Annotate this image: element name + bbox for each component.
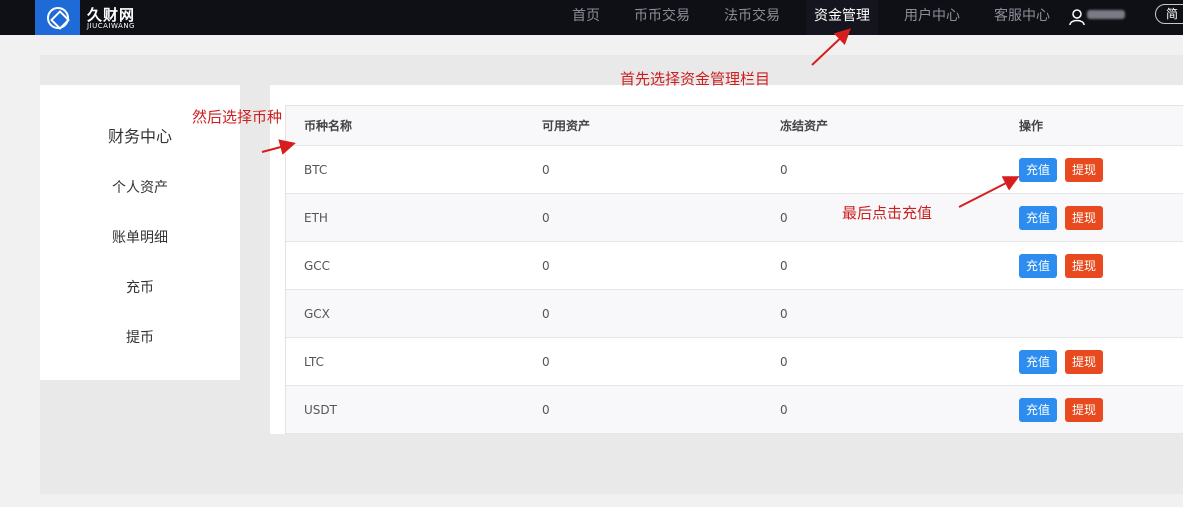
- arrow-to-fund-management: [811, 28, 851, 66]
- annotation-arrows: [261, 28, 1020, 208]
- arrow-to-deposit-button: [958, 176, 1020, 208]
- arrow-to-coin-column: [261, 139, 296, 155]
